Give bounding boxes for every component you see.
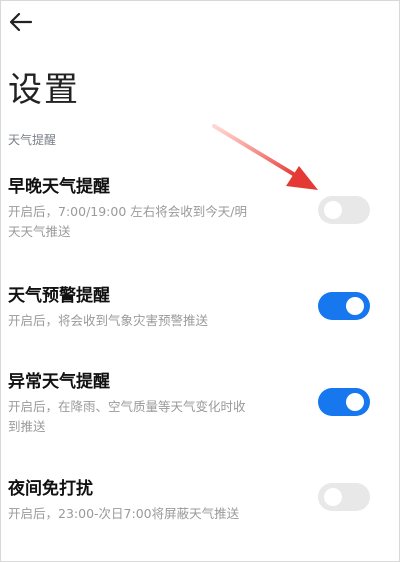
back-arrow-icon bbox=[9, 12, 33, 32]
toggle-morning-evening[interactable] bbox=[318, 196, 370, 224]
item-description: 开启后，7:00/19:00 左右将会收到今天/明 天天气推送 bbox=[8, 204, 247, 239]
toggle-weather-warning[interactable] bbox=[318, 292, 370, 320]
toggle-knob bbox=[346, 297, 364, 315]
toggle-knob bbox=[346, 393, 364, 411]
toggle-knob bbox=[324, 488, 342, 506]
item-title: 夜间免打扰 bbox=[8, 479, 93, 499]
setting-item-abnormal-weather: 异常天气提醒 开启后，在降雨、空气质量等天气变化时收 到推送 bbox=[8, 371, 308, 437]
setting-item-morning-evening: 早晚天气提醒 开启后，7:00/19:00 左右将会收到今天/明 天天气推送 bbox=[8, 176, 308, 242]
setting-item-night-dnd: 夜间免打扰 开启后，23:00-次日7:00将屏蔽天气推送 bbox=[8, 478, 308, 524]
back-button[interactable] bbox=[6, 8, 36, 36]
toggle-knob bbox=[324, 201, 342, 219]
item-title: 异常天气提醒 bbox=[8, 372, 110, 392]
toggle-night-dnd[interactable] bbox=[318, 483, 370, 511]
item-description: 开启后，23:00-次日7:00将屏蔽天气推送 bbox=[8, 506, 240, 521]
toggle-abnormal-weather[interactable] bbox=[318, 388, 370, 416]
setting-item-weather-warning: 天气预警提醒 开启后，将会收到气象灾害预警推送 bbox=[8, 285, 308, 331]
item-description: 开启后，将会收到气象灾害预警推送 bbox=[8, 313, 209, 328]
item-title: 早晚天气提醒 bbox=[8, 177, 110, 197]
section-label-weather-reminder: 天气提醒 bbox=[8, 133, 57, 147]
page-title: 设置 bbox=[8, 70, 80, 110]
item-description: 开启后，在降雨、空气质量等天气变化时收 到推送 bbox=[8, 399, 246, 434]
item-title: 天气预警提醒 bbox=[8, 286, 110, 306]
